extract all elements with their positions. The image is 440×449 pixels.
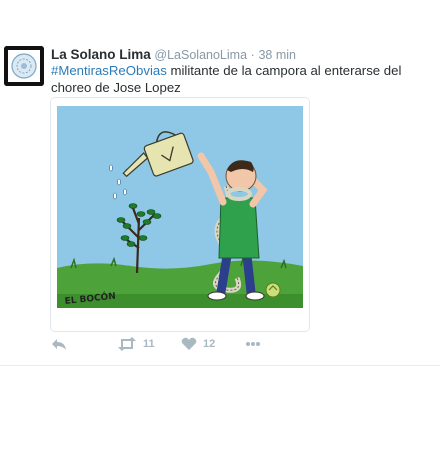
retweet-count: 11 [143,338,155,350]
screen-name[interactable]: @LaSolanoLima [154,48,247,62]
reply-button[interactable] [51,337,67,351]
avatar-image [4,46,44,86]
separator-dot: · [250,48,255,62]
retweet-icon [118,337,136,351]
timestamp[interactable]: 38 min [258,48,296,62]
tweet-text: #MentirasReObvias militante de la campor… [51,62,439,96]
avatar[interactable] [4,46,44,86]
tweet-actions: 11 12 [51,337,351,359]
fullname[interactable]: La Solano Lima [51,47,151,62]
tweet[interactable]: La Solano Lima @LaSolanoLima · 38 min #M… [0,0,440,366]
tweet-header: La Solano Lima @LaSolanoLima · 38 min [51,47,296,62]
more-icon [246,342,260,346]
more-button[interactable] [245,337,261,351]
tweet-media[interactable]: EL BOCÓN [51,98,309,331]
like-count: 12 [203,338,216,350]
cartoon-image: EL BOCÓN [57,106,303,308]
hashtag-link[interactable]: #MentirasReObvias [51,63,167,78]
like-button[interactable]: 12 [181,337,215,351]
reply-icon [52,339,66,350]
heart-icon [181,337,197,350]
retweet-button[interactable]: 11 [117,337,155,351]
